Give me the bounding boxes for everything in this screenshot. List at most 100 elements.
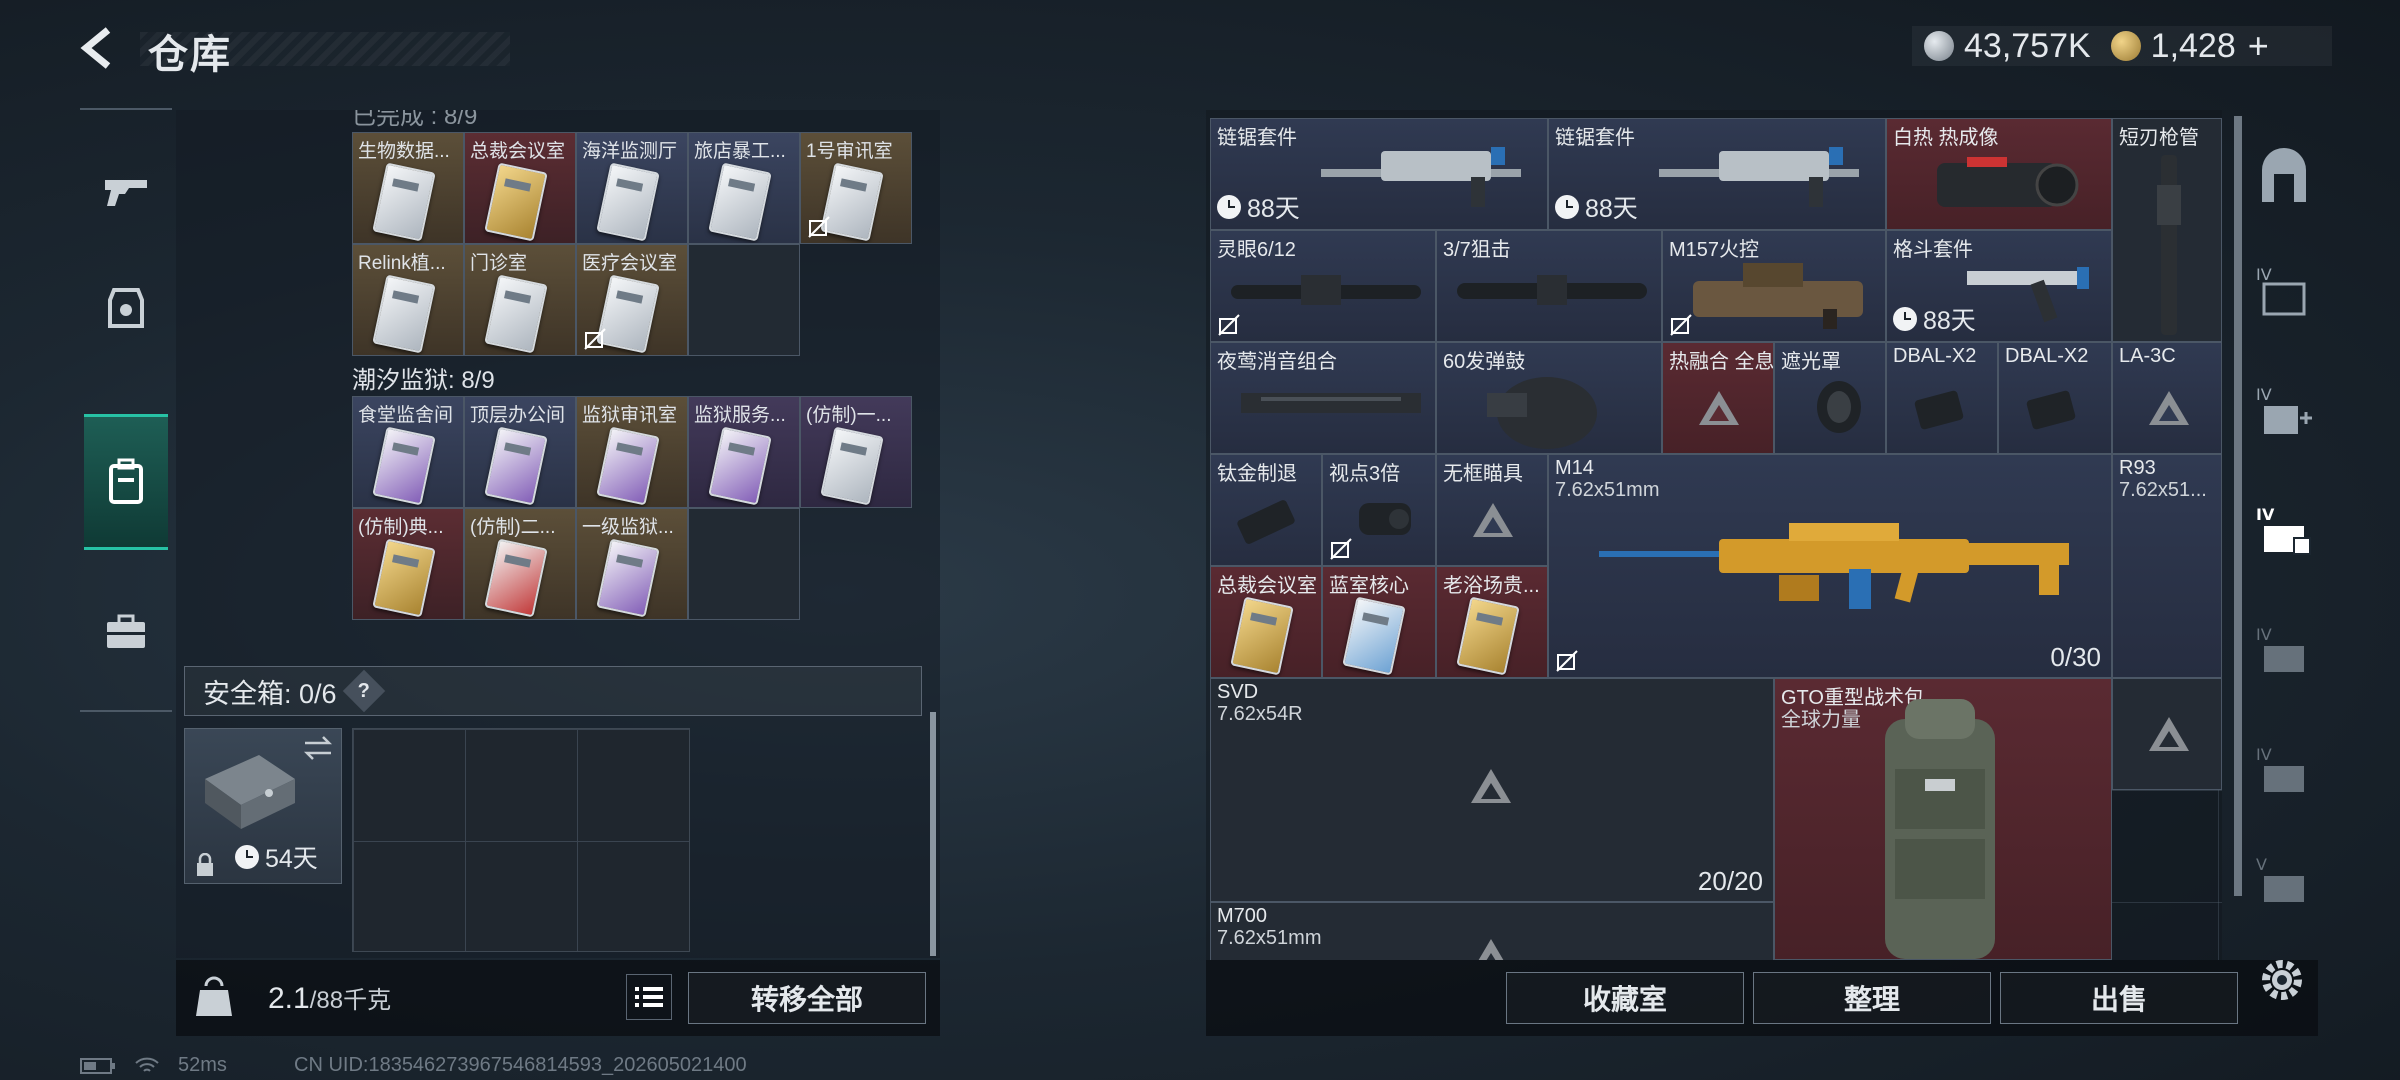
gear-case-tier4-icon[interactable]: IV — [2254, 502, 2314, 562]
keycard-item[interactable]: 旅店暴工... — [688, 132, 800, 244]
item-label: DBAL-X2 — [2005, 345, 2089, 367]
safebox-grid[interactable] — [352, 728, 690, 952]
keycard-item[interactable]: 一级监狱... — [576, 508, 688, 620]
item-label: SVD — [1217, 681, 1259, 703]
stash-item[interactable]: 白热 热成像 — [1886, 118, 2112, 230]
keycard-item[interactable]: 总裁会议室 — [464, 132, 576, 244]
case-tier5-icon[interactable]: V — [2254, 852, 2314, 912]
keycard-icon — [372, 538, 436, 618]
item-label: 监狱服务... — [694, 405, 786, 426]
keycard-icon — [596, 426, 660, 506]
vault-icon[interactable] — [2254, 146, 2314, 206]
back-arrow-icon[interactable] — [78, 26, 122, 70]
stash-item[interactable]: 3/7狙击 — [1436, 230, 1662, 342]
safebox-header: 安全箱: 0/6 ? — [184, 666, 922, 716]
keycard-item[interactable]: 1号审讯室 — [800, 132, 912, 244]
keycard-icon — [484, 426, 548, 506]
weapon-case-tier4-icon[interactable]: IV — [2254, 622, 2314, 682]
settings-gear-icon[interactable] — [2254, 952, 2310, 1008]
keycard-item[interactable]: 门诊室 — [464, 244, 576, 356]
keycard-item[interactable]: 海洋监测厅 — [576, 132, 688, 244]
help-button[interactable]: ? — [342, 669, 385, 713]
safebox-item[interactable]: 54天 — [184, 728, 342, 884]
container-tier4-icon[interactable]: IV — [2254, 262, 2314, 322]
keycard-item[interactable]: 监狱审讯室 — [576, 396, 688, 508]
stash-item[interactable]: 短刃枪管 — [2112, 118, 2222, 342]
tool-case-tier4-icon[interactable]: IV — [2254, 742, 2314, 802]
keycard-item[interactable]: 医疗会议室 — [576, 244, 688, 356]
swap-icon[interactable] — [303, 735, 333, 761]
case-tab[interactable] — [84, 590, 168, 674]
card-row: (仿制)典... (仿制)二... 一级监狱... — [352, 508, 800, 620]
backpack-icon — [1885, 699, 1995, 959]
right-nav-rail: IV IV IV IV IV V — [2246, 110, 2322, 910]
empty-slot[interactable] — [688, 508, 800, 620]
keycard-icon — [1342, 596, 1406, 676]
stash-item[interactable]: 总裁会议室 — [1210, 566, 1322, 678]
collection-room-button[interactable]: 收藏室 — [1506, 972, 1744, 1024]
transfer-all-button[interactable]: 转移全部 — [688, 972, 926, 1024]
keycard-item[interactable]: 监狱服务... — [688, 396, 800, 508]
keycard-item[interactable]: (仿制)典... — [352, 508, 464, 620]
empty-slot[interactable] — [688, 244, 800, 356]
keycard-item[interactable]: 生物数据... — [352, 132, 464, 244]
stash-item[interactable]: 蓝室核心 — [1322, 566, 1436, 678]
stash-item[interactable]: R93 7.62x51... — [2112, 454, 2222, 678]
stash-item-m700[interactable]: M700 7.62x51mm — [1210, 902, 1774, 960]
keycard-item[interactable]: (仿制)一... — [800, 396, 912, 508]
stash-item[interactable]: 链锯套件 88天 — [1548, 118, 1886, 230]
stash-item[interactable]: M157火控 — [1662, 230, 1886, 342]
add-currency-button[interactable]: + — [2248, 25, 2269, 67]
sort-button[interactable]: 整理 — [1753, 972, 1991, 1024]
keycard-icon — [484, 162, 548, 242]
list-view-button[interactable] — [626, 974, 672, 1020]
keycard-icon — [1230, 596, 1294, 676]
item-label: (仿制)二... — [470, 517, 556, 538]
stash-item-backpack[interactable]: GTO重型战术包 全球力量 — [1774, 678, 2112, 960]
stash-item[interactable]: DBAL-X2 — [1886, 342, 1998, 454]
item-label: 顶层办公间 — [470, 405, 566, 426]
stash-item[interactable]: 60发弹鼓 — [1436, 342, 1662, 454]
item-label: 短刃枪管 — [2119, 127, 2199, 149]
item-label: R93 — [2119, 457, 2156, 479]
stash-item[interactable]: 视点3倍 — [1322, 454, 1436, 566]
stash-item[interactable]: 夜莺消音组合 — [1210, 342, 1436, 454]
keycard-item[interactable]: (仿制)二... — [464, 508, 576, 620]
scrollbar[interactable] — [930, 712, 936, 956]
stash-item[interactable]: 遮光罩 — [1774, 342, 1886, 454]
stash-item[interactable]: 链锯套件 88天 — [1210, 118, 1548, 230]
stash-item[interactable]: DBAL-X2 — [1998, 342, 2112, 454]
timer-text: 54天 — [265, 845, 318, 873]
silver-coin-icon — [1924, 31, 1954, 61]
stash-item-m14[interactable]: M14 7.62x51mm 0/30 — [1548, 454, 2112, 678]
stash-grid[interactable]: 链锯套件 88天 链锯套件 88天 白热 热成像 短刃枪管 灵眼6/12 3/7… — [1210, 118, 2222, 960]
sell-button[interactable]: 出售 — [2000, 972, 2238, 1024]
keycard-icon — [372, 426, 436, 506]
keycard-item[interactable]: Relink植... — [352, 244, 464, 356]
item-caliber: 7.62x51... — [2119, 479, 2207, 501]
gear-tab[interactable] — [84, 266, 168, 350]
medical-tier4-icon[interactable]: IV — [2254, 382, 2314, 442]
stash-item[interactable]: 无框瞄具 — [1436, 454, 1548, 566]
armor-icon — [108, 288, 144, 328]
stash-item[interactable]: 格斗套件 88天 — [1886, 230, 2112, 342]
untradeable-icon — [808, 216, 830, 238]
weapons-tab[interactable] — [84, 148, 168, 232]
stash-item[interactable]: 钛金制退 — [1210, 454, 1322, 566]
storage-tab[interactable] — [84, 414, 168, 550]
stash-item-svd[interactable]: SVD 7.62x54R 20/20 — [1210, 678, 1774, 902]
stash-item[interactable]: 灵眼6/12 — [1210, 230, 1436, 342]
item-caliber: 7.62x54R — [1217, 703, 1303, 725]
item-label: 链锯套件 — [1555, 127, 1635, 149]
item-label: 链锯套件 — [1217, 127, 1297, 149]
stash-item[interactable] — [2112, 678, 2222, 790]
item-timer: 88天 — [1893, 301, 1976, 337]
keycard-item[interactable]: 食堂监舍间 — [352, 396, 464, 508]
stash-item[interactable]: 老浴场贵... — [1436, 566, 1548, 678]
ammo-count: 20/20 — [1697, 866, 1763, 896]
scrollbar[interactable] — [2234, 116, 2242, 896]
stash-item[interactable]: 热融合 全息 — [1662, 342, 1774, 454]
thermal-scope-icon — [1937, 157, 2079, 207]
stash-item[interactable]: LA-3C — [2112, 342, 2222, 454]
keycard-item[interactable]: 顶层办公间 — [464, 396, 576, 508]
